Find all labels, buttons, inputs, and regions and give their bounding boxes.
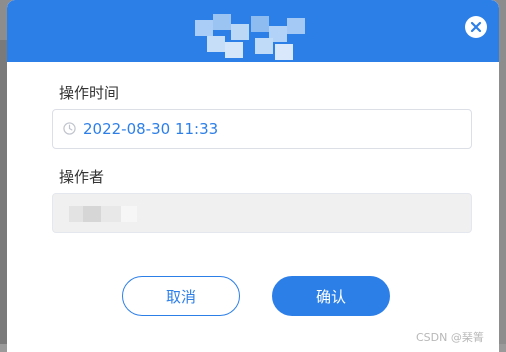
close-button[interactable] xyxy=(465,16,487,38)
operation-dialog: 操作时间 2022-08-30 11:33 操作者 取消 确认 xyxy=(7,0,499,352)
background-page xyxy=(0,40,7,352)
title-redaction-mosaic xyxy=(195,14,305,62)
operation-time-value: 2022-08-30 11:33 xyxy=(83,120,219,138)
dialog-header xyxy=(7,0,499,62)
clock-icon xyxy=(63,122,76,135)
operator-input[interactable] xyxy=(52,193,472,233)
cancel-button[interactable]: 取消 xyxy=(122,276,240,316)
operation-time-input[interactable]: 2022-08-30 11:33 xyxy=(52,109,472,149)
operator-label: 操作者 xyxy=(59,168,105,186)
close-icon xyxy=(470,21,482,33)
operator-redaction xyxy=(69,206,139,222)
confirm-button[interactable]: 确认 xyxy=(272,276,390,316)
watermark: CSDN @琹箐 xyxy=(416,331,484,344)
operation-time-label: 操作时间 xyxy=(59,84,120,102)
